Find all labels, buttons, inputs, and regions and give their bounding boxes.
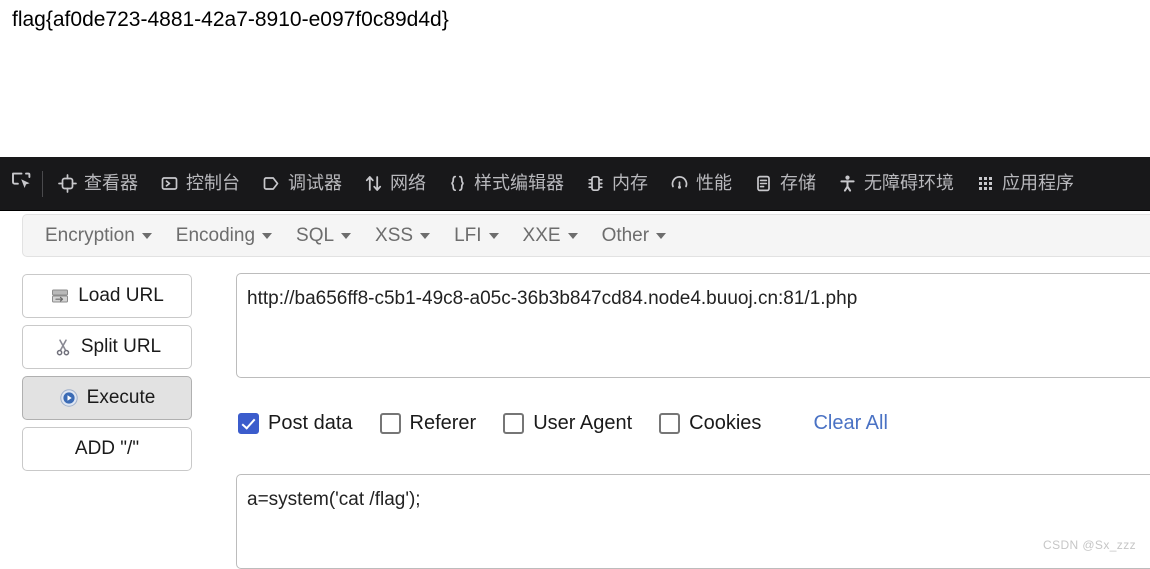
hackbar-panel: Load URL Split URL Execute ADD "/" http:… <box>0 268 1150 569</box>
menu-item-encryption[interactable]: Encryption <box>33 215 164 256</box>
console-icon <box>160 174 179 193</box>
menu-item-label: XXE <box>522 224 561 246</box>
hackbar-button-label: Execute <box>86 387 156 408</box>
option-label: Post data <box>268 411 353 434</box>
devtools-tab-accessibility[interactable]: 无障碍环境 <box>827 157 965 210</box>
chevron-down-icon <box>488 232 499 239</box>
menu-item-label: Encryption <box>45 224 135 246</box>
post-data-checkbox[interactable] <box>238 412 259 434</box>
devtools-tab-label: 查看器 <box>84 172 138 194</box>
hackbar-button-label: Load URL <box>78 285 164 306</box>
network-arrows-icon <box>364 174 383 193</box>
split-url-button[interactable]: Split URL <box>22 325 192 369</box>
menu-item-xss[interactable]: XSS <box>363 215 442 256</box>
devtools-tab-style-editor[interactable]: 样式编辑器 <box>437 157 575 210</box>
application-grid-icon <box>976 174 995 193</box>
referer-checkbox[interactable] <box>379 412 401 434</box>
memory-chip-icon <box>586 174 605 193</box>
devtools-toolbar: 查看器 控制台 调试器 网络 样式编辑器 内存 性能 存储 无障碍环境 应用程序 <box>0 157 1150 211</box>
toolbar-divider <box>42 170 43 197</box>
devtools-tab-application[interactable]: 应用程序 <box>965 157 1085 210</box>
play-circle-icon <box>59 388 79 408</box>
hackbar-menu-bar: Encryption Encoding SQL XSS LFI XXE Othe… <box>22 214 1150 257</box>
devtools-tab-label: 样式编辑器 <box>474 172 564 194</box>
menu-item-label: Encoding <box>175 224 256 246</box>
devtools-tab-network[interactable]: 网络 <box>353 157 437 210</box>
devtools-tab-memory[interactable]: 内存 <box>575 157 659 210</box>
element-picker-icon <box>10 170 32 197</box>
option-referer[interactable]: Referer <box>379 411 477 435</box>
menu-item-sql[interactable]: SQL <box>284 215 363 256</box>
debugger-icon <box>262 174 281 193</box>
url-input[interactable]: http://ba656ff8-c5b1-49c8-a05c-36b3b847c… <box>236 273 1150 378</box>
chevron-down-icon <box>567 232 578 239</box>
user-agent-checkbox[interactable] <box>503 412 525 434</box>
page-content-area: flag{af0de723-4881-42a7-8910-e097f0c89d4… <box>0 0 1150 157</box>
devtools-tab-performance[interactable]: 性能 <box>659 157 743 210</box>
load-url-button[interactable]: Load URL <box>22 274 192 318</box>
chevron-down-icon <box>420 232 431 239</box>
clear-all-link[interactable]: Clear All <box>813 412 887 435</box>
add-slash-button[interactable]: ADD "/" <box>22 427 192 471</box>
option-label: User Agent <box>533 411 633 434</box>
devtools-tab-label: 性能 <box>696 172 732 194</box>
option-cookies[interactable]: Cookies <box>659 412 761 435</box>
scissors-icon <box>53 337 73 357</box>
option-label: Referer <box>409 411 477 434</box>
devtools-tab-inspector[interactable]: 查看器 <box>47 157 149 210</box>
csdn-watermark: CSDN @Sx_zzz <box>1043 538 1136 552</box>
menu-item-encoding[interactable]: Encoding <box>164 215 284 256</box>
devtools-tab-label: 存储 <box>780 172 816 194</box>
hackbar-button-label: Split URL <box>80 336 162 357</box>
devtools-tab-debugger[interactable]: 调试器 <box>251 157 353 210</box>
devtools-tab-console[interactable]: 控制台 <box>149 157 251 210</box>
chevron-down-icon <box>341 232 352 239</box>
chevron-down-icon <box>656 232 667 239</box>
menu-item-lfi[interactable]: LFI <box>442 215 510 256</box>
chevron-down-icon <box>141 232 152 239</box>
option-user-agent[interactable]: User Agent <box>503 412 632 435</box>
chevron-down-icon <box>262 232 273 239</box>
request-options-row: Post data Referer User Agent Cookies Cle… <box>238 408 888 438</box>
menu-item-label: Other <box>601 224 650 246</box>
post-data-input[interactable]: a=system('cat /flag'); <box>236 474 1150 569</box>
devtools-tab-label: 内存 <box>612 172 648 194</box>
flag-output-text: flag{af0de723-4881-42a7-8910-e097f0c89d4… <box>12 8 449 31</box>
style-editor-braces-icon <box>448 174 467 193</box>
accessibility-person-icon <box>838 174 857 193</box>
hackbar-button-label: ADD "/" <box>74 438 140 459</box>
execute-button[interactable]: Execute <box>22 376 192 420</box>
menu-item-label: LFI <box>454 224 482 246</box>
devtools-tab-label: 网络 <box>390 172 426 194</box>
devtools-tab-label: 调试器 <box>288 172 342 194</box>
devtools-tab-label: 无障碍环境 <box>864 172 954 194</box>
devtools-tab-storage[interactable]: 存储 <box>743 157 827 210</box>
performance-gauge-icon <box>670 174 689 193</box>
menu-item-other[interactable]: Other <box>590 215 679 256</box>
option-post-data[interactable]: Post data <box>238 412 353 435</box>
menu-item-label: SQL <box>296 224 335 246</box>
storage-icon <box>754 174 773 193</box>
menu-item-xxe[interactable]: XXE <box>511 215 590 256</box>
option-label: Cookies <box>689 411 762 434</box>
element-picker-button[interactable] <box>0 157 42 210</box>
hackbar-action-buttons: Load URL Split URL Execute ADD "/" <box>22 274 192 478</box>
menu-item-label: XSS <box>375 224 414 246</box>
cookies-checkbox[interactable] <box>659 412 681 434</box>
inspector-icon <box>58 174 77 193</box>
devtools-tab-label: 控制台 <box>186 172 240 194</box>
devtools-tab-label: 应用程序 <box>1002 172 1074 194</box>
server-load-icon <box>50 286 70 306</box>
